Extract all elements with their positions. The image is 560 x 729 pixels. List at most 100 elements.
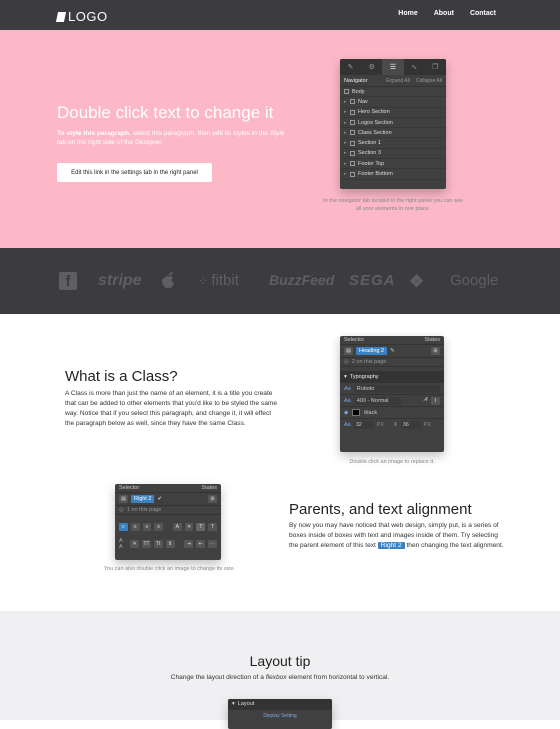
top-navbar: LOGO Home About Contact bbox=[0, 0, 560, 30]
color-swatch bbox=[352, 409, 361, 416]
align-left-icon: ≡ bbox=[119, 523, 128, 531]
layout-tip-body[interactable]: Change the layout direction of a flexbox… bbox=[0, 673, 560, 683]
hero-button[interactable]: Edit this link in the settings tab in th… bbox=[57, 163, 212, 182]
parent-panel-image[interactable]: Selector States ▤ Right 2 ✔ ⊞ ◎ 1 on this pag… bbox=[115, 484, 221, 560]
stripe-logo: stripe bbox=[98, 272, 142, 289]
navigator-item-label: Hero Section bbox=[358, 109, 390, 116]
typography-heading: Typography bbox=[349, 373, 379, 380]
navigator-item: Body bbox=[340, 87, 446, 98]
apple-logo-icon bbox=[162, 272, 174, 289]
font-family-icon: Aa bbox=[344, 385, 351, 392]
layout-tip-italic: flexbox bbox=[265, 674, 287, 681]
font-weight-icon: Aa bbox=[344, 397, 351, 404]
fitbit-logo: ⁘ fitbit bbox=[198, 272, 239, 289]
layout-panel-title: Layout bbox=[237, 701, 255, 707]
element-box-icon bbox=[350, 99, 355, 105]
class-panel-image[interactable]: Selector States ▤ Heading 2 ✎ ⊞ ◎ 2 on this p… bbox=[340, 336, 444, 452]
navigator-panel-image[interactable]: ✎ ⚙ ☰ ∿ ❐ Navigator Expand All Collapse … bbox=[340, 59, 446, 189]
brush-icon: ✎ bbox=[347, 64, 354, 71]
on-page-count: 2 on this page bbox=[351, 359, 387, 365]
hero-paragraph[interactable]: To style this paragraph, select this par… bbox=[57, 129, 287, 147]
interactions-icon: ∿ bbox=[411, 64, 418, 71]
parents-body-text-end: then changing the text alignment. bbox=[406, 542, 504, 549]
align-center-icon: ≡ bbox=[130, 523, 140, 531]
navigator-item-label: Nav bbox=[358, 98, 368, 105]
font-select: Roboto bbox=[354, 384, 440, 393]
info-icon: ◎ bbox=[344, 359, 349, 365]
navigator-item-label: Logos Section bbox=[358, 119, 393, 126]
text-case-icon: T bbox=[208, 523, 218, 531]
text-direction-ltr-icon: ⇥ bbox=[184, 540, 194, 548]
states-icon: ⊞ bbox=[208, 495, 217, 503]
selector-box-icon: ▤ bbox=[119, 495, 128, 503]
color-value: black bbox=[364, 409, 378, 416]
class-caption[interactable]: Double click an image to replace it. bbox=[330, 458, 454, 466]
text-overflow-icon: ⋯ bbox=[208, 540, 217, 548]
layout-panel-image[interactable]: ▾ Layout Display Setting bbox=[228, 699, 332, 729]
nav-link-home[interactable]: Home bbox=[398, 10, 417, 17]
navigator-item-label: Section 1 bbox=[358, 140, 381, 147]
sega-logo: SEGA bbox=[349, 272, 396, 289]
logo-mark-icon bbox=[55, 11, 67, 22]
element-box-icon bbox=[350, 140, 355, 146]
navigator-item: ▸ Section 3 bbox=[340, 149, 446, 160]
layout-tip-title[interactable]: Layout tip bbox=[0, 653, 560, 669]
selector-box-icon: ▤ bbox=[344, 347, 353, 355]
class-section-title[interactable]: What is a Class? bbox=[65, 368, 178, 385]
navigator-item-label: Body bbox=[352, 88, 365, 95]
hero-title[interactable]: Double click text to change it bbox=[57, 103, 273, 123]
navigator-item: ▸ Footer Top bbox=[340, 159, 446, 170]
nav-link-contact[interactable]: Contact bbox=[470, 10, 496, 17]
navigator-item-label: Class Section bbox=[358, 129, 392, 136]
buzzfeed-logo: BuzzFeed bbox=[269, 272, 335, 288]
element-box-icon bbox=[350, 171, 355, 177]
lowercase-icon: tt bbox=[165, 540, 175, 548]
navigator-item-label: Footer Top bbox=[358, 160, 385, 167]
hero-section: Double click text to change it To style … bbox=[0, 30, 560, 248]
navigator-caption[interactable]: In the navigator tab located in the righ… bbox=[320, 197, 466, 213]
navigator-item: ▸ Section 1 bbox=[340, 138, 446, 149]
navigator-item-label: Footer Bottom bbox=[358, 171, 393, 178]
close-style-icon: ✕ bbox=[130, 540, 139, 548]
text-decoration-icon: A bbox=[172, 523, 182, 531]
navigator-item: ▸ Logos Section bbox=[340, 118, 446, 129]
line-height-value: 36 bbox=[400, 421, 421, 429]
italic-icon: I bbox=[431, 396, 440, 405]
navigator-item-label: Section 3 bbox=[358, 150, 381, 157]
parents-caption[interactable]: You can also double click an image to ch… bbox=[92, 565, 247, 573]
fitbit-dots-icon: ⁘ bbox=[198, 274, 212, 288]
element-box-icon bbox=[350, 109, 355, 115]
navigator-item: ▸ Hero Section bbox=[340, 108, 446, 118]
selector-label: Selector bbox=[344, 337, 365, 343]
nav-link-about[interactable]: About bbox=[434, 10, 454, 17]
navigator-item: ▸ Nav bbox=[340, 97, 446, 108]
parents-section-title[interactable]: Parents, and text alignment bbox=[289, 501, 472, 518]
checkmark-icon: ✔ bbox=[157, 496, 163, 502]
element-box-icon bbox=[350, 120, 355, 126]
caret-down-icon: ▾ bbox=[344, 373, 347, 380]
assets-icon: ❐ bbox=[432, 64, 439, 71]
line-height-unit: PX bbox=[423, 422, 432, 428]
states-label: States bbox=[201, 485, 217, 491]
caret-down-icon: ▾ bbox=[232, 701, 235, 707]
class-tag: Right 2 bbox=[131, 495, 155, 503]
layout-tip-text: Change the layout direction of a bbox=[170, 674, 264, 681]
element-box-icon bbox=[344, 89, 349, 95]
expand-all: Expand All bbox=[386, 77, 410, 84]
states-label: States bbox=[424, 337, 440, 343]
logo[interactable]: LOGO bbox=[55, 9, 108, 24]
class-tag: Heading 2 bbox=[356, 347, 388, 355]
line-height-icon: ⇕ bbox=[393, 422, 398, 428]
fitbit-logo-text: fitbit bbox=[211, 272, 239, 289]
class-tag-inline: Right 2 bbox=[377, 542, 405, 549]
color-icon: ◆ bbox=[344, 409, 349, 416]
gear-icon: ⚙ bbox=[368, 64, 375, 71]
parents-section-body[interactable]: By now you may have noticed that web des… bbox=[289, 521, 504, 551]
on-page-count: 1 on this page bbox=[126, 507, 162, 513]
class-section-body[interactable]: A Class is more than just the name of an… bbox=[65, 389, 280, 429]
element-box-icon bbox=[350, 150, 355, 156]
element-box-icon bbox=[350, 161, 355, 167]
hero-paragraph-bold: To style this paragraph bbox=[57, 130, 130, 137]
google-logo: Google bbox=[450, 272, 499, 289]
element-box-icon bbox=[350, 130, 355, 136]
